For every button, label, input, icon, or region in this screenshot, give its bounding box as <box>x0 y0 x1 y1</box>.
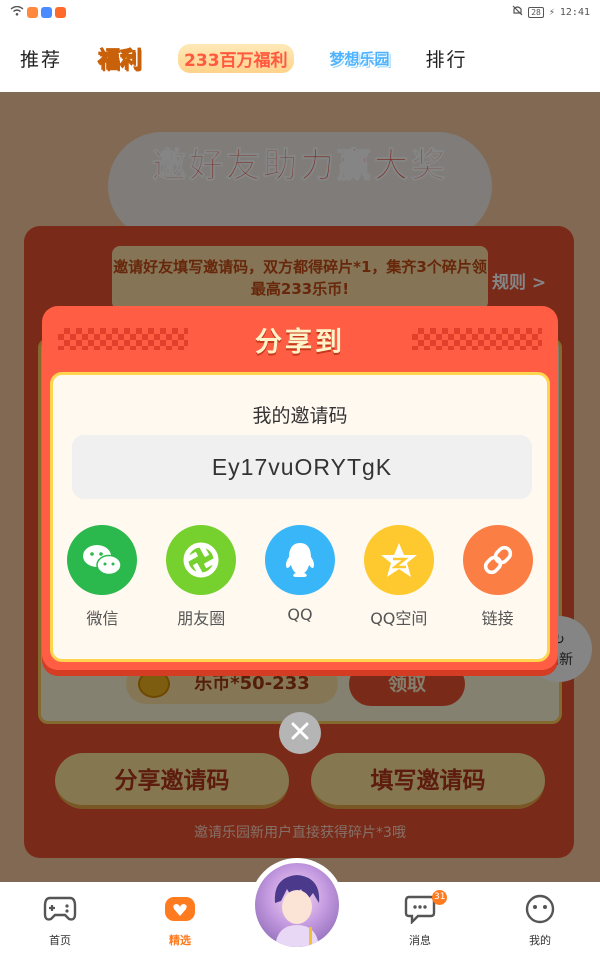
tab-avatar[interactable] <box>240 858 360 960</box>
qq-icon <box>264 525 335 595</box>
wechat-icon <box>67 525 138 595</box>
close-icon <box>291 722 309 744</box>
tab-label: 精选 <box>169 934 191 947</box>
battery-indicator: 28 <box>528 6 544 18</box>
tab-ranking[interactable]: 排行 <box>426 45 468 72</box>
app-notification-icon <box>41 6 52 18</box>
share-label: QQ <box>287 605 313 624</box>
unread-badge: 31 <box>432 890 448 905</box>
mute-icon <box>512 5 523 19</box>
share-label: 微信 <box>86 609 119 628</box>
charging-icon: ⚡ <box>548 6 555 18</box>
face-icon <box>524 894 556 928</box>
share-qq[interactable]: QQ <box>251 525 350 629</box>
invite-code-label: 我的邀请码 <box>252 405 348 427</box>
tab-233-welfare[interactable]: 233百万福利 <box>178 43 294 73</box>
share-qzone[interactable]: QQ空间 <box>349 525 448 629</box>
tab-dream-park[interactable]: 梦想乐园 <box>330 48 390 69</box>
clock: 12:41 <box>559 6 590 18</box>
tab-me[interactable]: 我的 <box>480 882 600 960</box>
share-wechat[interactable]: 微信 <box>53 525 152 629</box>
tab-label: 首页 <box>49 934 71 947</box>
bottom-tab-bar: 首页 精选 31 消息 我的 <box>0 858 600 960</box>
tab-messages[interactable]: 31 消息 <box>360 882 480 960</box>
share-dialog: 分享到 我的邀请码 Ey17vuORYTgK 微信 朋友圈 QQ QQ空间 链接 <box>42 306 558 670</box>
link-icon <box>462 525 533 595</box>
avatar[interactable] <box>250 858 344 952</box>
gamepad-icon <box>43 894 77 928</box>
share-label: 链接 <box>481 609 514 628</box>
tab-welfare[interactable]: 福利 <box>98 42 143 74</box>
status-left <box>10 5 66 19</box>
close-dialog-button[interactable] <box>279 712 321 754</box>
moments-icon <box>166 525 237 595</box>
dialog-body: 我的邀请码 Ey17vuORYTgK 微信 朋友圈 QQ QQ空间 链接 <box>50 372 550 662</box>
share-options: 微信 朋友圈 QQ QQ空间 链接 <box>53 525 547 629</box>
share-label: 朋友圈 <box>177 609 226 628</box>
app-notification-icon <box>27 6 38 18</box>
qzone-icon <box>363 525 434 595</box>
tab-recommend[interactable]: 推荐 <box>20 45 62 72</box>
tab-label: 消息 <box>409 934 431 947</box>
app-notification-icon <box>55 6 66 18</box>
heart-icon <box>164 894 196 928</box>
tab-home[interactable]: 首页 <box>0 882 120 960</box>
status-right: 28 ⚡ 12:41 <box>512 5 590 19</box>
wifi-icon <box>10 5 24 19</box>
avatar-image <box>255 863 339 947</box>
dialog-title: 分享到 <box>255 327 345 358</box>
share-label: QQ空间 <box>370 609 428 628</box>
top-nav: 推荐 福利 233百万福利 梦想乐园 排行 <box>0 24 600 92</box>
share-moments[interactable]: 朋友圈 <box>152 525 251 629</box>
tab-label: 我的 <box>529 934 551 947</box>
invite-code-field[interactable]: Ey17vuORYTgK <box>72 435 532 499</box>
tab-featured[interactable]: 精选 <box>120 882 240 960</box>
share-link[interactable]: 链接 <box>448 525 547 629</box>
status-bar: 28 ⚡ 12:41 <box>0 0 600 24</box>
